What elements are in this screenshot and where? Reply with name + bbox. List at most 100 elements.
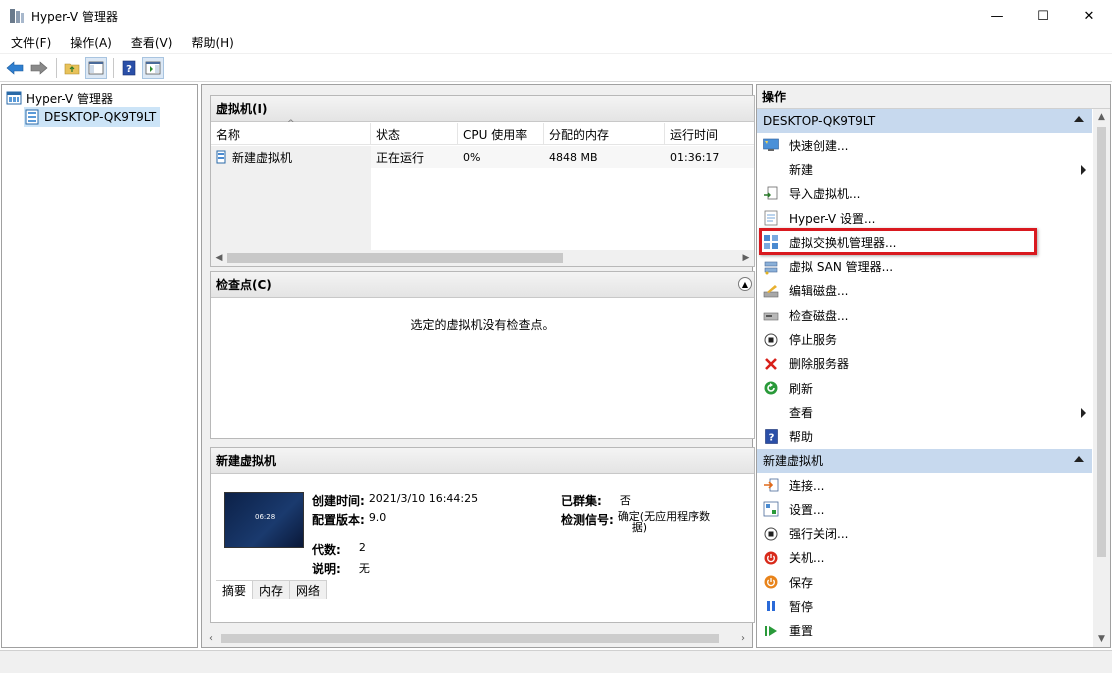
results-pane: 虚拟机(I) 名称 ^ 状态 CPU 使用率 分配的内存 运行时间 新建虚拟机 …: [201, 84, 755, 648]
tree-item-server[interactable]: DESKTOP-QK9T9LT: [24, 107, 161, 127]
scroll-down-icon[interactable]: ▼: [1093, 631, 1110, 647]
action-turn-off[interactable]: 强行关闭...: [757, 521, 1092, 545]
vm-actions-header[interactable]: 新建虚拟机: [757, 448, 1092, 473]
generation-row: 代数: 2: [312, 541, 366, 557]
action-import-vm[interactable]: 导入虚拟机...: [757, 182, 1092, 206]
scroll-thumb[interactable]: [221, 634, 719, 643]
menu-bar: 文件(F) 操作(A) 查看(V) 帮助(H): [0, 32, 1112, 54]
vm-name-cell: 新建虚拟机: [211, 146, 371, 168]
hyperv-app-icon: [10, 9, 24, 23]
vm-horizontal-scrollbar[interactable]: ◀ ▶: [211, 250, 754, 266]
tab-network[interactable]: 网络: [290, 581, 328, 599]
action-inspect-disk[interactable]: 检查磁盘...: [757, 303, 1092, 327]
action-view[interactable]: 查看: [757, 400, 1092, 424]
action-connect[interactable]: 连接...: [757, 473, 1092, 497]
vm-settings-icon: [763, 501, 779, 517]
checkpoint-panel-header: 检查点(C) ▲: [211, 272, 754, 298]
scroll-up-icon[interactable]: ▲: [1093, 109, 1110, 125]
menu-help[interactable]: 帮助(H): [180, 34, 241, 51]
action-edit-disk[interactable]: 编辑磁盘...: [757, 279, 1092, 303]
action-pause[interactable]: 暂停: [757, 594, 1092, 618]
reset-icon: [765, 625, 777, 636]
console-tree-icon: [88, 61, 104, 74]
action-delete-server[interactable]: 删除服务器: [757, 352, 1092, 376]
help-button[interactable]: ?: [118, 57, 140, 79]
folder-up-icon: [64, 63, 80, 74]
scroll-right-icon[interactable]: ▶: [738, 250, 754, 266]
scroll-left-icon[interactable]: ◀: [211, 250, 227, 266]
virtual-machines-panel: 虚拟机(I) 名称 ^ 状态 CPU 使用率 分配的内存 运行时间 新建虚拟机 …: [210, 95, 755, 267]
action-help[interactable]: ? 帮助: [757, 425, 1092, 449]
scroll-left-icon[interactable]: ‹: [203, 630, 219, 646]
clustered-row: 已群集: 否: [561, 494, 631, 508]
maximize-button[interactable]: ☐: [1020, 0, 1066, 32]
title-bar: Hyper-V 管理器 — ☐ ✕: [0, 0, 1112, 32]
action-save[interactable]: 保存: [757, 570, 1092, 594]
col-header-memory[interactable]: 分配的内存: [544, 123, 665, 145]
sort-asc-icon: ^: [287, 119, 295, 129]
edit-disk-icon: [763, 284, 779, 298]
inspect-disk-icon: [763, 312, 779, 321]
col-header-cpu[interactable]: CPU 使用率: [458, 123, 544, 145]
action-new[interactable]: 新建: [757, 157, 1092, 181]
action-hyperv-settings[interactable]: Hyper-V 设置...: [757, 206, 1092, 230]
import-icon: [764, 186, 778, 200]
back-button[interactable]: [4, 57, 26, 79]
tab-memory[interactable]: 内存: [253, 581, 291, 599]
action-shutdown[interactable]: 关机...: [757, 546, 1092, 570]
hyperv-manager-icon: [6, 91, 22, 105]
action-vm-settings[interactable]: 设置...: [757, 497, 1092, 521]
turn-off-icon: [764, 527, 778, 541]
menu-action[interactable]: 操作(A): [59, 34, 120, 51]
center-horizontal-scrollbar[interactable]: ‹ ›: [203, 630, 751, 646]
collapse-button[interactable]: ▲: [738, 277, 752, 291]
col-header-state[interactable]: 状态: [371, 123, 458, 145]
server-actions-header[interactable]: DESKTOP-QK9T9LT: [757, 109, 1092, 133]
menu-file[interactable]: 文件(F): [0, 34, 59, 51]
submenu-arrow-icon: [1081, 408, 1086, 419]
col-header-name[interactable]: 名称 ^: [211, 119, 371, 145]
vm-cpu-cell: 0%: [458, 146, 544, 168]
delete-icon: [765, 357, 777, 370]
vm-panel-title: 虚拟机(I): [216, 102, 268, 116]
checkpoint-panel-title: 检查点(C): [216, 278, 272, 292]
menu-view[interactable]: 查看(V): [120, 34, 181, 51]
toolbar: ?: [0, 54, 1112, 82]
details-panel-header: 新建虚拟机: [211, 448, 754, 474]
show-hide-action-pane-button[interactable]: [142, 56, 164, 79]
action-reset[interactable]: 重置: [757, 619, 1092, 643]
scroll-right-icon[interactable]: ›: [735, 630, 751, 646]
table-empty-area: [211, 168, 371, 250]
action-stop-service[interactable]: 停止服务: [757, 327, 1092, 351]
actions-title: 操作: [757, 85, 1110, 109]
svg-text:?: ?: [126, 64, 132, 75]
scroll-thumb[interactable]: [227, 253, 563, 263]
action-refresh[interactable]: 刷新: [757, 376, 1092, 400]
show-hide-tree-button[interactable]: [85, 56, 107, 79]
action-quick-create[interactable]: 快速创建...: [757, 133, 1092, 157]
col-header-uptime[interactable]: 运行时间: [665, 123, 754, 145]
close-button[interactable]: ✕: [1066, 0, 1112, 32]
scroll-thumb[interactable]: [1097, 127, 1106, 557]
table-row[interactable]: 新建虚拟机 正在运行 0% 4848 MB 01:36:17: [211, 146, 754, 168]
shutdown-icon: [764, 551, 778, 565]
vm-screen-thumbnail[interactable]: 06:28: [224, 492, 304, 548]
tab-summary[interactable]: 摘要: [216, 581, 254, 599]
toolbar-separator: [113, 57, 114, 78]
status-bar: [0, 650, 1112, 673]
actions-pane: 操作 DESKTOP-QK9T9LT 快速创建... 新建 导入虚拟机... H…: [756, 84, 1111, 648]
switch-manager-icon: [764, 235, 778, 250]
minimize-button[interactable]: —: [974, 0, 1020, 32]
checkpoints-panel: 检查点(C) ▲ 选定的虚拟机没有检查点。: [210, 271, 755, 439]
action-virtual-switch-manager[interactable]: 虚拟交换机管理器...: [757, 230, 1092, 254]
tree-root-hyperv-manager[interactable]: Hyper-V 管理器: [6, 89, 113, 107]
toolbar-separator: [56, 57, 57, 78]
action-virtual-san-manager[interactable]: 虚拟 SAN 管理器...: [757, 254, 1092, 278]
no-checkpoints-message: 选定的虚拟机没有检查点。: [410, 318, 555, 332]
forward-arrow-icon: [30, 60, 48, 75]
forward-button[interactable]: [28, 57, 50, 79]
submenu-arrow-icon: [1081, 165, 1086, 176]
settings-page-icon: [764, 210, 778, 226]
actions-vertical-scrollbar[interactable]: ▲ ▼: [1093, 109, 1110, 647]
up-folder-button[interactable]: [61, 57, 83, 79]
